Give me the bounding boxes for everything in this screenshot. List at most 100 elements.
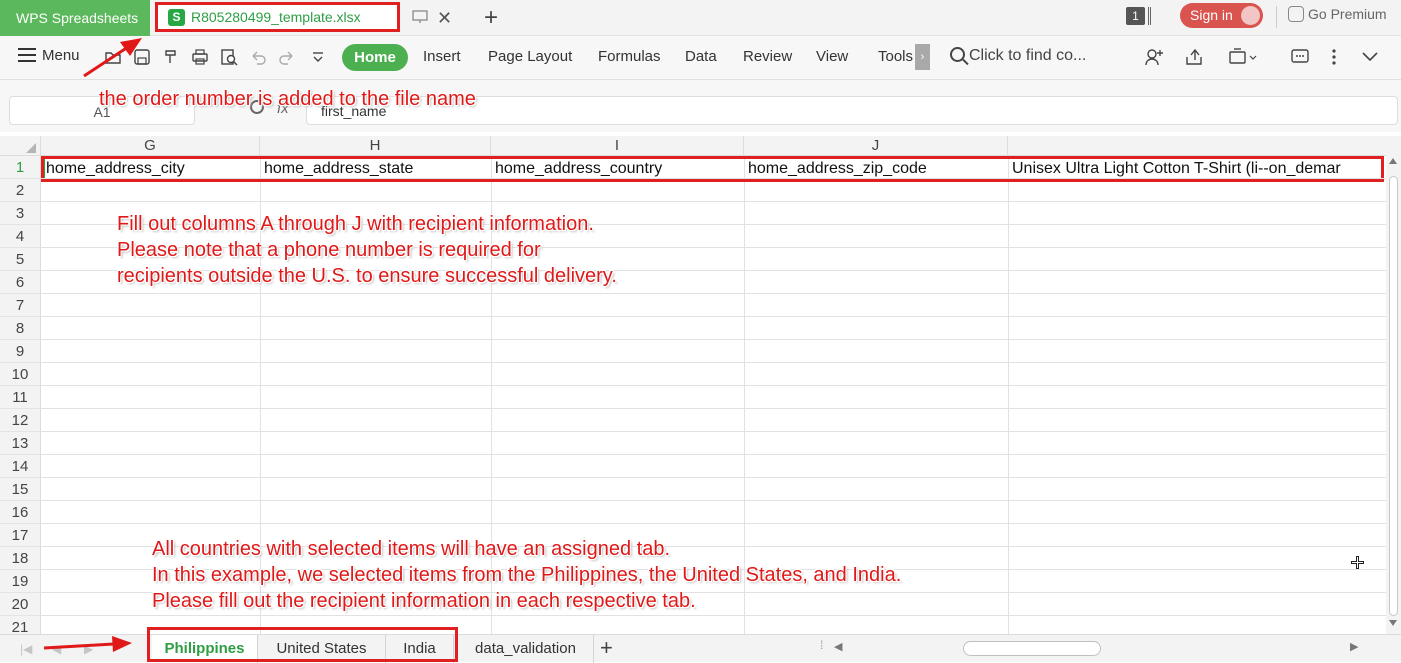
tab-page-layout[interactable]: Page Layout [488,48,572,65]
gridline [41,408,1386,409]
chevron-down-icon[interactable] [1361,49,1379,65]
gridline [41,293,1386,294]
row-header[interactable]: 16 [0,501,41,524]
row-header[interactable]: 4 [0,225,41,248]
menu-label: Menu [42,47,80,64]
prev-sheet-icon[interactable]: ◀ [52,642,61,656]
sign-in-label: Sign in [1190,7,1233,23]
vertical-scroll-thumb[interactable] [1389,176,1398,616]
scroll-splitter-icon[interactable]: ⁞ [820,638,823,652]
close-tab-icon[interactable]: ✕ [437,8,452,29]
more-tabs-chevron-icon[interactable]: › [915,44,930,70]
column-header-k[interactable] [1008,136,1386,156]
more-options-icon[interactable] [1326,47,1342,67]
ribbon: Menu Home Insert Page Layout Formulas Da… [0,36,1401,80]
sheet-tab-data-validation[interactable]: data_validation [458,635,594,663]
filename-annotation: the order number is added to the file na… [99,88,476,110]
gridline [41,316,1386,317]
divider [1276,6,1277,28]
avatar-icon [1241,6,1260,25]
format-painter-icon[interactable] [162,48,180,66]
row-header[interactable]: 18 [0,547,41,570]
vertical-scrollbar[interactable] [1386,136,1401,634]
undo-icon[interactable] [249,48,267,66]
row-header[interactable]: 1 [0,156,41,179]
find-command-search[interactable]: Click to find co... [950,47,1086,65]
customize-toolbar-icon[interactable] [309,48,327,66]
toolbox-dropdown-icon[interactable] [1228,47,1258,67]
row-header[interactable]: 10 [0,363,41,386]
tab-home[interactable]: Home [342,44,408,71]
row-header[interactable]: 5 [0,248,41,271]
document-tab-label: R805280499_template.xlsx [191,9,361,25]
row-header[interactable]: 7 [0,294,41,317]
tab-insert[interactable]: Insert [423,48,461,65]
row-header[interactable]: 14 [0,455,41,478]
row-header[interactable]: 8 [0,317,41,340]
row-header[interactable]: 20 [0,593,41,616]
add-user-icon[interactable] [1144,47,1164,67]
row-header[interactable]: 3 [0,202,41,225]
scroll-down-arrow-icon[interactable] [1389,620,1397,626]
row-header[interactable]: 2 [0,179,41,202]
open-folder-icon[interactable] [104,48,122,66]
find-command-placeholder: Click to find co... [969,47,1087,64]
print-preview-icon[interactable] [220,48,238,66]
add-sheet-icon[interactable]: + [600,635,613,661]
horizontal-scrollbar[interactable]: ⁞ ◀ ▶ [820,638,1365,657]
row-header[interactable]: 17 [0,524,41,547]
print-icon[interactable] [191,48,209,66]
scroll-right-arrow-icon[interactable]: ▶ [1350,640,1358,653]
window-stack-icon [1148,7,1151,25]
row-header[interactable]: 13 [0,432,41,455]
row-header[interactable]: 12 [0,409,41,432]
app-tab[interactable]: WPS Spreadsheets [0,0,150,36]
fill-annotation-line-2: Please note that a phone number is requi… [117,239,541,261]
save-icon[interactable] [133,48,151,66]
spreadsheet-file-icon: S [168,9,185,26]
window-count-badge[interactable]: 1 [1126,7,1145,25]
row-header[interactable]: 15 [0,478,41,501]
select-all-corner[interactable] [0,136,41,156]
redo-icon[interactable] [278,48,296,66]
gridline [41,523,1386,524]
column-header-g[interactable]: G [41,136,260,156]
column-header-i[interactable]: I [491,136,744,156]
document-tab[interactable]: S R805280499_template.xlsx [155,2,400,32]
tab-view[interactable]: View [816,48,848,65]
row-header[interactable]: 6 [0,271,41,294]
gridline [41,339,1386,340]
scroll-left-arrow-icon[interactable]: ◀ [834,640,842,653]
tabs-annotation-line-1: All countries with selected items will h… [152,538,671,560]
row-header[interactable]: 19 [0,570,41,593]
gridline [41,431,1386,432]
gridline [1008,156,1009,634]
first-sheet-icon[interactable]: |◀ [20,642,32,656]
fill-annotation-line-3: recipients outside the U.S. to ensure su… [117,265,617,287]
tab-tools[interactable]: Tools [878,48,914,65]
tab-formulas[interactable]: Formulas [598,48,661,65]
gridline [41,201,1386,202]
tab-review[interactable]: Review [743,48,792,65]
cross-cursor-icon [1351,556,1364,569]
column-header-h[interactable]: H [260,136,491,156]
comment-icon[interactable] [1290,47,1310,67]
next-sheet-icon[interactable]: ▶ [84,642,93,656]
row-header[interactable]: 11 [0,386,41,409]
gridline [41,385,1386,386]
search-icon [950,47,965,62]
share-icon[interactable] [1184,47,1204,67]
tab-data[interactable]: Data [685,48,717,65]
go-premium-label: Go Premium [1308,6,1387,22]
new-tab-icon[interactable]: + [484,4,498,32]
horizontal-scroll-thumb[interactable] [963,641,1101,656]
tabs-annotation-line-3: Please fill out the recipient informatio… [152,590,696,612]
menu-button[interactable]: Menu [18,47,80,64]
sign-in-button[interactable]: Sign in [1180,3,1263,28]
scroll-up-arrow-icon[interactable] [1389,158,1397,164]
row-header[interactable]: 9 [0,340,41,363]
monitor-icon[interactable] [412,10,428,24]
column-header-bar: G H I J [0,136,1386,156]
go-premium-button[interactable]: Go Premium [1288,6,1387,22]
column-header-j[interactable]: J [744,136,1008,156]
